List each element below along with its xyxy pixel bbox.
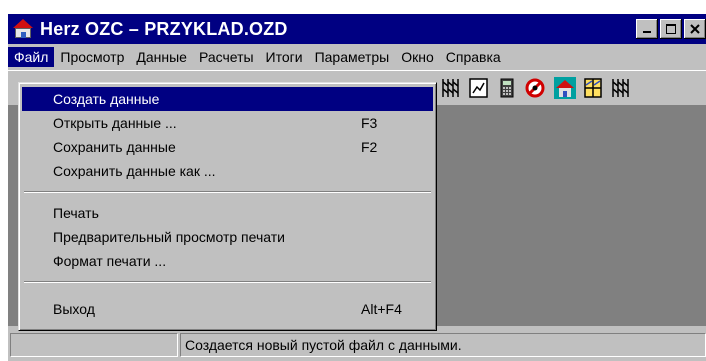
menu-item-label: Формат печати ... <box>53 253 167 269</box>
menu-results[interactable]: Итоги <box>260 47 309 67</box>
menu-item-exit[interactable]: Выход Alt+F4 <box>22 297 433 321</box>
house-icon <box>554 77 576 99</box>
menu-separator <box>24 281 431 283</box>
menu-item-shortcut: F3 <box>361 115 378 131</box>
menu-view[interactable]: Просмотр <box>54 47 130 67</box>
menu-item-shortcut: Alt+F4 <box>361 301 402 317</box>
menu-parameters[interactable]: Параметры <box>309 47 396 67</box>
close-button[interactable] <box>684 19 706 39</box>
menu-item-open-data[interactable]: Открыть данные ... F3 <box>22 111 433 135</box>
menu-item-save-data[interactable]: Сохранить данные F2 <box>22 135 433 159</box>
menu-window[interactable]: Окно <box>395 47 440 67</box>
menu-item-print-preview[interactable]: Предварительный просмотр печати <box>22 225 433 249</box>
menu-item-label: Сохранить данные как ... <box>53 163 216 179</box>
toolbar-button-report[interactable] <box>466 75 492 101</box>
radiator-icon <box>442 79 459 97</box>
minimize-icon <box>643 31 651 33</box>
toolbar-button-radiator[interactable] <box>438 75 464 101</box>
menu-item-save-as[interactable]: Сохранить данные как ... <box>22 159 433 183</box>
menu-item-label: Печать <box>53 205 99 221</box>
minimize-button[interactable] <box>636 19 658 39</box>
menu-separator <box>24 191 431 193</box>
window-controls <box>634 19 706 39</box>
menu-help[interactable]: Справка <box>440 47 507 67</box>
menu-data[interactable]: Данные <box>130 47 193 67</box>
menu-calculations[interactable]: Расчеты <box>193 47 260 67</box>
menu-item-label: Предварительный просмотр печати <box>53 229 285 245</box>
menu-item-label: Выход <box>53 301 95 317</box>
toolbar-button-calculate[interactable] <box>494 75 520 101</box>
file-menu-dropdown: Создать данные Открыть данные ... F3 Сох… <box>18 82 437 331</box>
window-title: Herz OZC – PRZYKLAD.OZD <box>40 18 288 39</box>
radiator-icon <box>612 79 629 97</box>
menu-bar: Файл Просмотр Данные Расчеты Итоги Парам… <box>8 44 706 70</box>
maximize-icon <box>666 24 676 34</box>
menu-item-label: Создать данные <box>53 91 160 107</box>
toolbar-button-building[interactable] <box>552 75 578 101</box>
menu-item-label: Сохранить данные <box>53 139 176 155</box>
menu-item-new-data[interactable]: Создать данные <box>22 87 433 111</box>
document-chart-icon <box>469 78 488 98</box>
calculator-icon <box>500 78 514 98</box>
status-message: Создается новый пустой файл с данными. <box>180 333 706 357</box>
menu-item-print[interactable]: Печать <box>22 201 433 225</box>
menu-item-print-format[interactable]: Формат печати ... <box>22 249 433 273</box>
close-icon <box>690 24 700 34</box>
toolbar-button-radiator-2[interactable] <box>608 75 634 101</box>
title-bar[interactable]: Herz OZC – PRZYKLAD.OZD <box>8 14 706 44</box>
status-bar: Создается новый пустой файл с данными. <box>8 329 706 361</box>
menu-item-label: Открыть данные ... <box>53 115 177 131</box>
toolbar-button-stop[interactable] <box>522 75 548 101</box>
stop-icon <box>525 78 545 98</box>
toolbar-button-window[interactable] <box>580 75 606 101</box>
house-app-icon[interactable] <box>12 19 34 39</box>
maximize-button[interactable] <box>660 19 682 39</box>
window-icon <box>584 78 602 98</box>
menu-file[interactable]: Файл <box>8 47 55 67</box>
status-pane-left <box>10 333 178 357</box>
menu-item-shortcut: F2 <box>361 139 378 155</box>
